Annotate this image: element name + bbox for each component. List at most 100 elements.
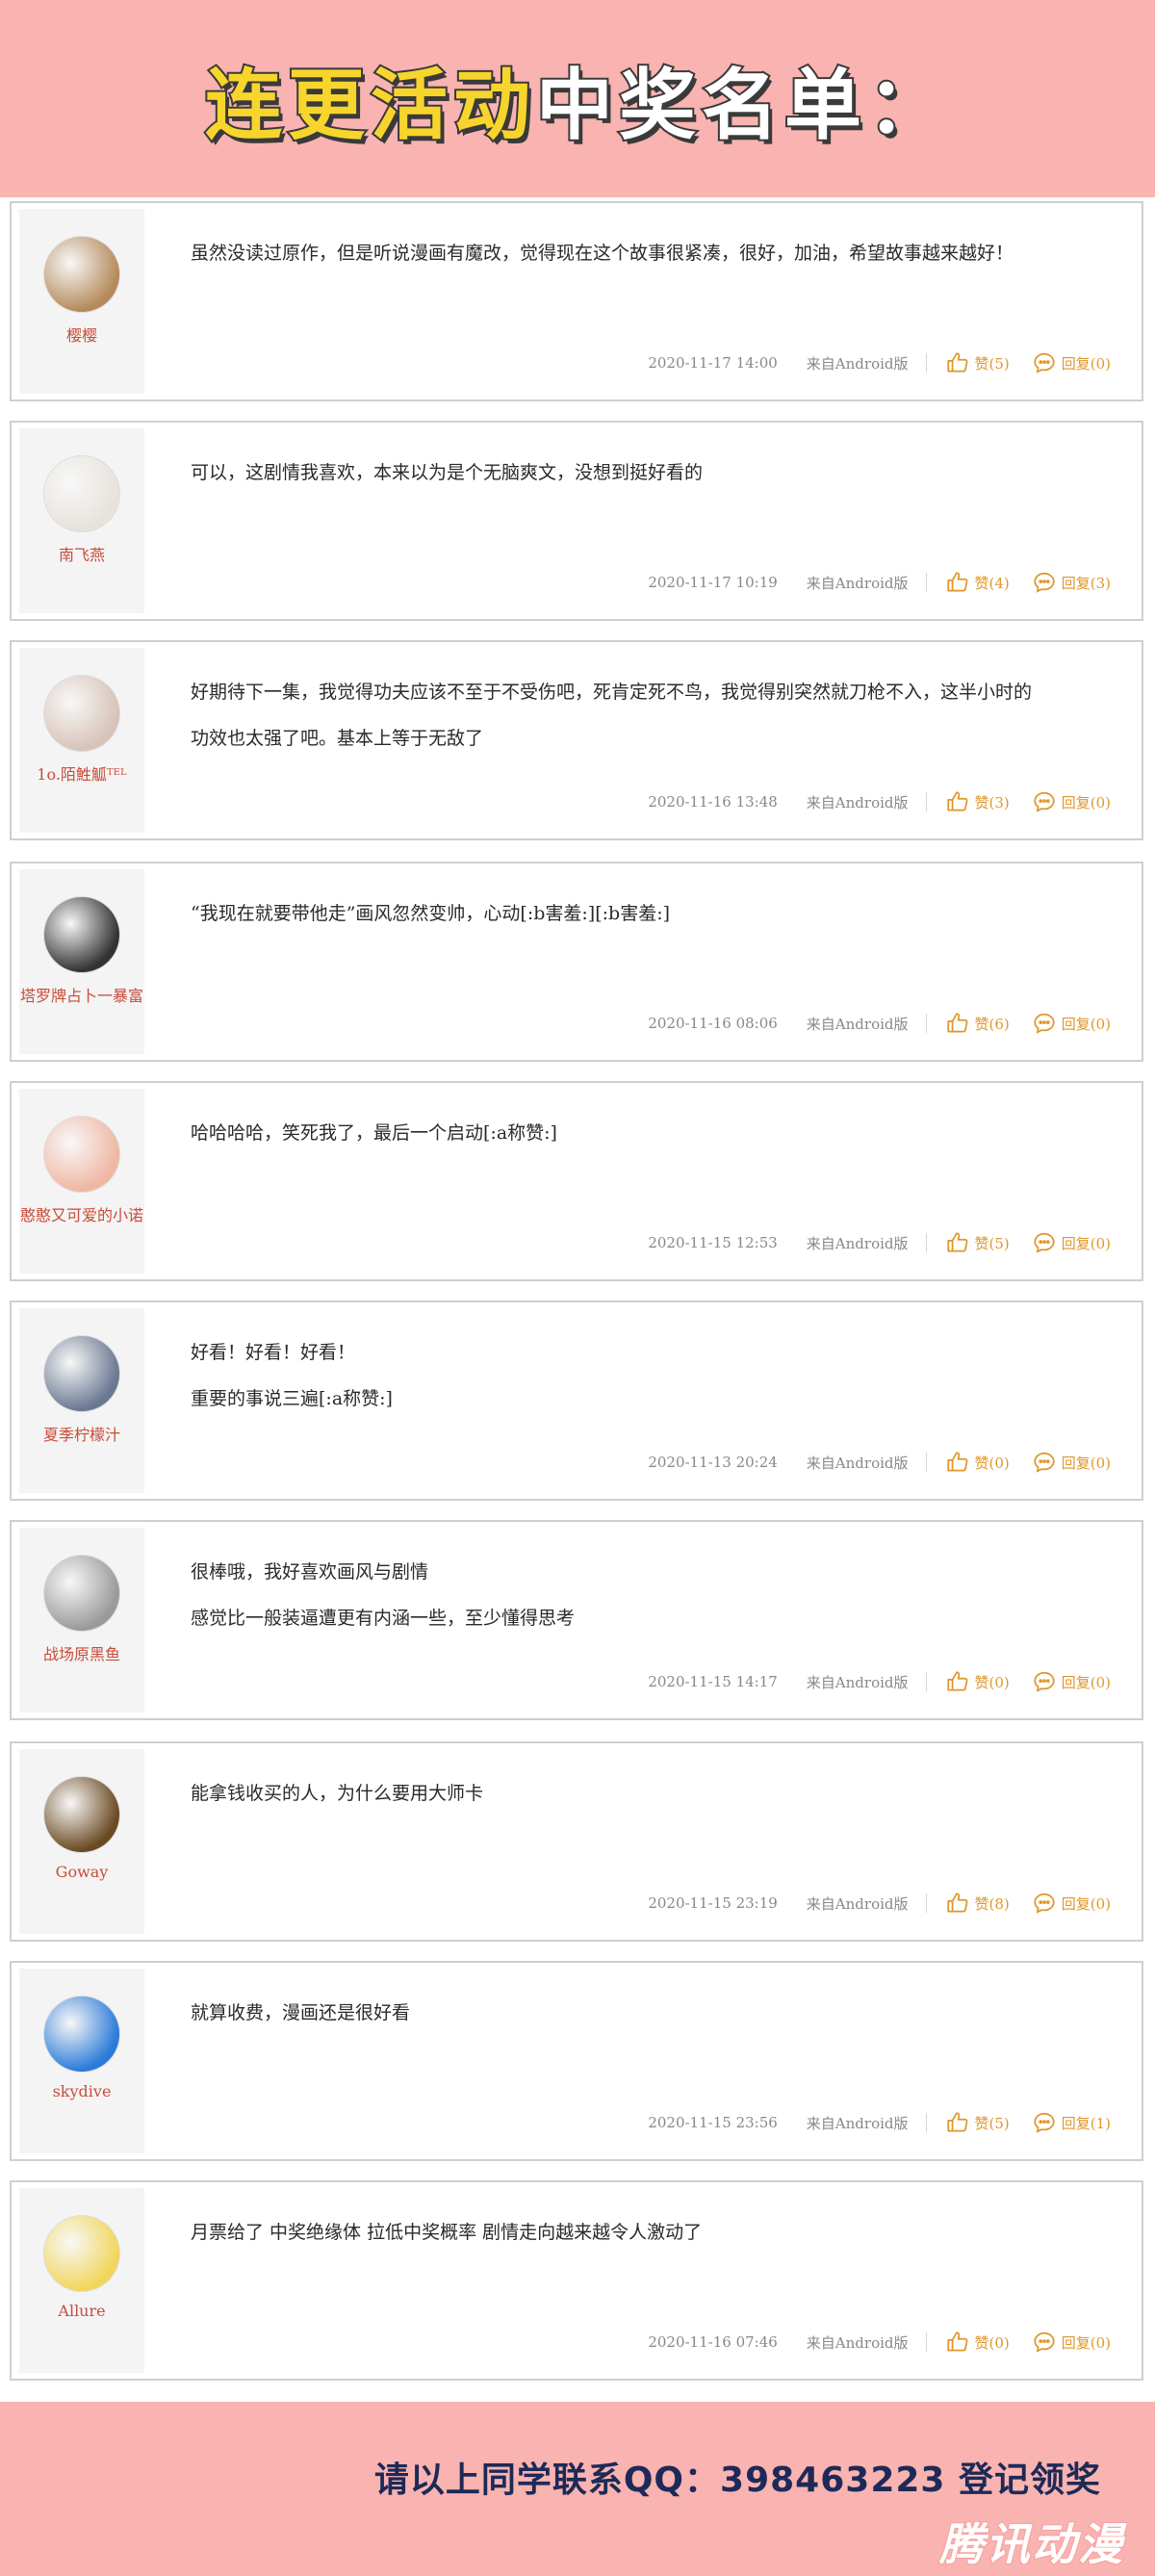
page-title: 连更活动 中奖名单： xyxy=(203,43,950,155)
user-column: Allure xyxy=(19,2188,144,2373)
avatar[interactable] xyxy=(43,2215,120,2292)
comment-card: 南飞燕 可以，这剧情我喜欢，本来以为是个无脑爽文，没想到挺好看的 2020-11-1… xyxy=(10,421,1143,621)
comment-meta: 2020-11-16 07:46 来自Android版 赞(0) 回复(0) xyxy=(648,2329,1111,2356)
like-count: 赞(0) xyxy=(974,1454,1010,1472)
comment-text-line: 好期待下一集，我觉得功夫应该不至于不受伤吧，死肯定死不鸟，我觉得别突然就刀枪不入… xyxy=(191,682,1033,703)
thumbs-up-icon xyxy=(944,2109,971,2136)
comment-timestamp: 2020-11-15 12:53 xyxy=(648,1234,778,1251)
reply-button[interactable]: 回复(0) xyxy=(1031,1449,1111,1476)
username[interactable]: 塔罗牌占卜一暴富 xyxy=(20,983,143,1006)
avatar[interactable] xyxy=(43,1335,120,1412)
comment-text-line: 月票给了 中奖绝缘体 拉低中奖概率 剧情走向越来越令人激动了 xyxy=(191,2222,703,2243)
comment-card-inner: 塔罗牌占卜一暴富 “我现在就要带他走”画风忽然变帅，心动[:b害羞:][:b害羞:… xyxy=(19,869,1134,1054)
reply-count: 回复(0) xyxy=(1061,1454,1111,1472)
avatar[interactable] xyxy=(43,1116,120,1193)
divider xyxy=(925,1672,927,1691)
user-column: 战场原黑鱼 xyxy=(19,1528,144,1713)
comment-card: 樱樱 虽然没读过原作，但是听说漫画有魔改，觉得现在这个故事很紧凑，很好，加油，希望… xyxy=(10,201,1143,401)
avatar[interactable] xyxy=(43,1776,120,1853)
username[interactable]: 憨憨又可爱的小诺 xyxy=(20,1202,143,1225)
divider xyxy=(925,792,927,811)
username[interactable]: Goway xyxy=(56,1863,109,1881)
contact-text: 请以上同学联系QQ：398463223 登记领奖 xyxy=(373,2460,1101,2500)
avatar[interactable] xyxy=(43,455,120,532)
thumbs-up-icon xyxy=(944,1668,971,1695)
comment-source: 来自Android版 xyxy=(806,1015,909,1033)
avatar[interactable] xyxy=(43,236,120,313)
comment-card-inner: 樱樱 虽然没读过原作，但是听说漫画有魔改，觉得现在这个故事很紧凑，很好，加油，希望… xyxy=(19,209,1134,394)
like-button[interactable]: 赞(4) xyxy=(944,569,1010,596)
reply-button[interactable]: 回复(1) xyxy=(1031,2109,1111,2136)
comment-text-line: 重要的事说三遍[:a称赞:] xyxy=(191,1388,393,1409)
reply-count: 回复(0) xyxy=(1061,354,1111,373)
reply-button[interactable]: 回复(0) xyxy=(1031,1890,1111,1917)
comment-timestamp: 2020-11-17 14:00 xyxy=(648,354,778,372)
comment-source: 来自Android版 xyxy=(806,1673,909,1691)
like-count: 赞(8) xyxy=(974,1894,1010,1913)
thumbs-up-icon xyxy=(944,1229,971,1256)
comment-source: 来自Android版 xyxy=(806,574,909,592)
like-button[interactable]: 赞(8) xyxy=(944,1890,1010,1917)
comment-content: 虽然没读过原作，但是听说漫画有魔改，觉得现在这个故事很紧凑，很好，加油，希望故事… xyxy=(144,209,1134,394)
like-button[interactable]: 赞(0) xyxy=(944,2329,1010,2356)
avatar[interactable] xyxy=(43,1555,120,1632)
comment-timestamp: 2020-11-13 20:24 xyxy=(648,1454,778,1471)
reply-button[interactable]: 回复(0) xyxy=(1031,349,1111,376)
comment-card: 夏季柠檬汁 好看！好看！好看！ 重要的事说三遍[:a称赞:] 2020-11-13 2… xyxy=(10,1301,1143,1501)
username[interactable]: Allure xyxy=(58,2302,105,2320)
thumbs-up-icon xyxy=(944,1010,971,1037)
comment-content: 好期待下一集，我觉得功夫应该不至于不受伤吧，死肯定死不鸟，我觉得别突然就刀枪不入… xyxy=(144,648,1134,833)
comment-content: 可以，这剧情我喜欢，本来以为是个无脑爽文，没想到挺好看的 2020-11-17 1… xyxy=(144,428,1134,613)
reply-button[interactable]: 回复(3) xyxy=(1031,569,1111,596)
divider xyxy=(925,1233,927,1252)
reply-button[interactable]: 回复(0) xyxy=(1031,788,1111,815)
comment-meta: 2020-11-16 08:06 来自Android版 赞(6) 回复(0) xyxy=(648,1010,1111,1037)
speech-bubble-icon xyxy=(1031,1229,1058,1256)
avatar[interactable] xyxy=(43,1996,120,2073)
comment-card-inner: 南飞燕 可以，这剧情我喜欢，本来以为是个无脑爽文，没想到挺好看的 2020-11-1… xyxy=(19,428,1134,613)
thumbs-up-icon xyxy=(944,569,971,596)
reply-button[interactable]: 回复(0) xyxy=(1031,1668,1111,1695)
avatar[interactable] xyxy=(43,675,120,752)
username[interactable]: 南飞燕 xyxy=(59,542,105,565)
avatar[interactable] xyxy=(43,896,120,973)
reply-count: 回复(0) xyxy=(1061,793,1111,811)
comment-source: 来自Android版 xyxy=(806,2333,909,2352)
like-button[interactable]: 赞(6) xyxy=(944,1010,1010,1037)
reply-count: 回复(0) xyxy=(1061,1894,1111,1913)
reply-count: 回复(3) xyxy=(1061,574,1111,592)
reply-button[interactable]: 回复(0) xyxy=(1031,1229,1111,1256)
username[interactable]: skydive xyxy=(53,2082,112,2100)
like-button[interactable]: 赞(0) xyxy=(944,1449,1010,1476)
reply-count: 回复(1) xyxy=(1061,2114,1111,2132)
like-button[interactable]: 赞(5) xyxy=(944,349,1010,376)
divider xyxy=(925,2332,927,2352)
username[interactable]: 樱樱 xyxy=(66,322,97,346)
comment-text-line: 虽然没读过原作，但是听说漫画有魔改，觉得现在这个故事很紧凑，很好，加油，希望故事… xyxy=(191,243,1014,264)
footer-banner: 请以上同学联系QQ：398463223 登记领奖 腾讯动漫 xyxy=(0,2402,1155,2576)
username[interactable]: 战场原黑鱼 xyxy=(43,1641,120,1664)
comment-text-line: 哈哈哈哈，笑死我了，最后一个启动[:a称赞:] xyxy=(191,1122,557,1144)
comment-card: Goway 能拿钱收买的人，为什么要用大师卡 2020-11-15 23:19 来自A… xyxy=(10,1741,1143,1942)
username[interactable]: 夏季柠檬汁 xyxy=(43,1422,120,1445)
comment-card-inner: 战场原黑鱼 很棒哦，我好喜欢画风与剧情 感觉比一般装逼遭更有内涵一些，至少懂得思考 2… xyxy=(19,1528,1134,1713)
comment-timestamp: 2020-11-15 23:56 xyxy=(648,2114,778,2131)
like-button[interactable]: 赞(3) xyxy=(944,788,1010,815)
comment-meta: 2020-11-15 23:19 来自Android版 赞(8) 回复(0) xyxy=(648,1890,1111,1917)
reply-button[interactable]: 回复(0) xyxy=(1031,2329,1111,2356)
comment-text-line: 好看！好看！好看！ xyxy=(191,1342,356,1363)
divider xyxy=(925,1014,927,1033)
comment-source: 来自Android版 xyxy=(806,1234,909,1252)
speech-bubble-icon xyxy=(1031,1668,1058,1695)
reply-button[interactable]: 回复(0) xyxy=(1031,1010,1111,1037)
speech-bubble-icon xyxy=(1031,569,1058,596)
comment-list: 樱樱 虽然没读过原作，但是听说漫画有魔改，觉得现在这个故事很紧凑，很好，加油，希望… xyxy=(0,197,1155,2402)
comment-content: 能拿钱收买的人，为什么要用大师卡 2020-11-15 23:19 来自Androi… xyxy=(144,1749,1134,1934)
like-button[interactable]: 赞(5) xyxy=(944,2109,1010,2136)
username[interactable]: 1o.陌鮏觚ᵀᴱᴸ xyxy=(37,761,126,785)
like-button[interactable]: 赞(5) xyxy=(944,1229,1010,1256)
user-column: 樱樱 xyxy=(19,209,144,394)
like-button[interactable]: 赞(0) xyxy=(944,1668,1010,1695)
comment-source: 来自Android版 xyxy=(806,793,909,811)
comment-card-inner: 1o.陌鮏觚ᵀᴱᴸ 好期待下一集，我觉得功夫应该不至于不受伤吧，死肯定死不鸟，我觉… xyxy=(19,648,1134,833)
